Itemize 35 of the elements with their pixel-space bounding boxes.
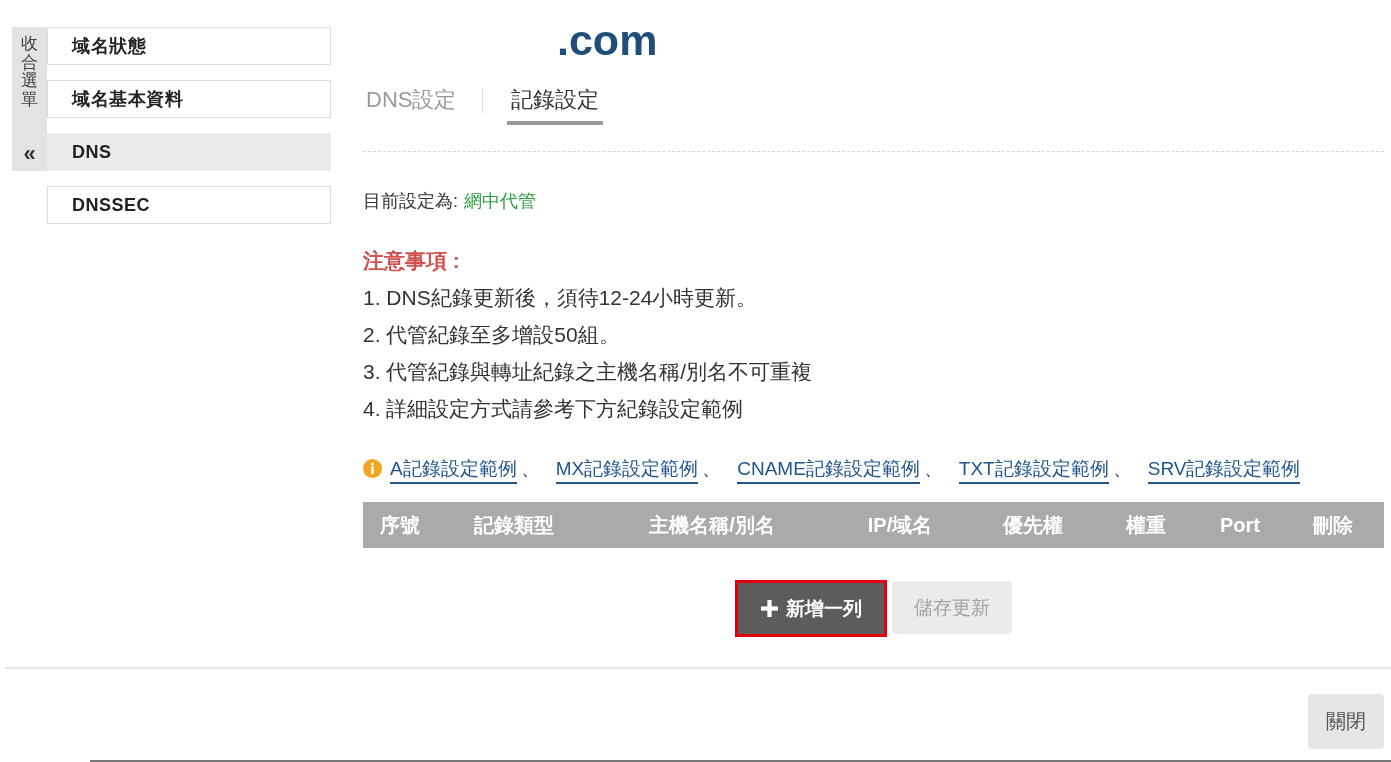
- setting-label: 目前設定為:: [363, 190, 458, 213]
- collapse-menu-button[interactable]: 收合選單 «: [12, 27, 47, 171]
- plus-icon: [760, 600, 778, 617]
- separator-text: 、: [702, 457, 722, 481]
- column-header: 記錄類型: [473, 512, 555, 538]
- separator-text: 、: [1112, 457, 1132, 481]
- notice-item: 4. 詳細設定方式請參考下方紀錄設定範例: [363, 396, 744, 422]
- column-header: 主機名稱/別名: [648, 512, 776, 538]
- tab[interactable]: 記錄設定: [507, 86, 604, 125]
- notice-item: 1. DNS紀錄更新後，須待12-24小時更新。: [363, 285, 758, 311]
- column-header: 優先權: [1002, 512, 1064, 538]
- example-link[interactable]: SRV記錄設定範例: [1147, 456, 1301, 484]
- sidebar-item[interactable]: DNSSEC: [47, 186, 331, 224]
- add-row-button[interactable]: 新增一列: [735, 580, 887, 637]
- separator-text: 、: [520, 457, 540, 481]
- sidebar-item[interactable]: DNS: [47, 133, 331, 171]
- notice-heading: 注意事項 :: [363, 248, 460, 274]
- column-header: 刪除: [1312, 512, 1354, 538]
- example-link[interactable]: MX記錄設定範例: [555, 456, 699, 484]
- notice-item: 2. 代管紀錄至多增設50組。: [363, 322, 620, 348]
- column-header: 序號: [379, 512, 421, 538]
- example-link[interactable]: CNAME記錄設定範例: [737, 456, 920, 484]
- separator-text: 、: [923, 457, 943, 481]
- example-link[interactable]: A記錄設定範例: [390, 456, 517, 484]
- notice-item: 3. 代管紀錄與轉址紀錄之主機名稱/別名不可重複: [363, 359, 813, 385]
- column-header: IP/域名: [866, 512, 934, 538]
- sidebar-item[interactable]: 域名基本資料: [47, 80, 331, 118]
- sidebar-item[interactable]: 域名狀態: [47, 27, 331, 65]
- column-header: 權重: [1124, 512, 1167, 538]
- info-icon: [363, 459, 382, 478]
- example-link[interactable]: TXT記錄設定範例: [958, 456, 1109, 484]
- column-header: Port: [1219, 513, 1261, 537]
- setting-value: 網中代管: [464, 190, 536, 213]
- domain-title: .com: [557, 16, 658, 64]
- close-button[interactable]: 關閉: [1308, 694, 1384, 749]
